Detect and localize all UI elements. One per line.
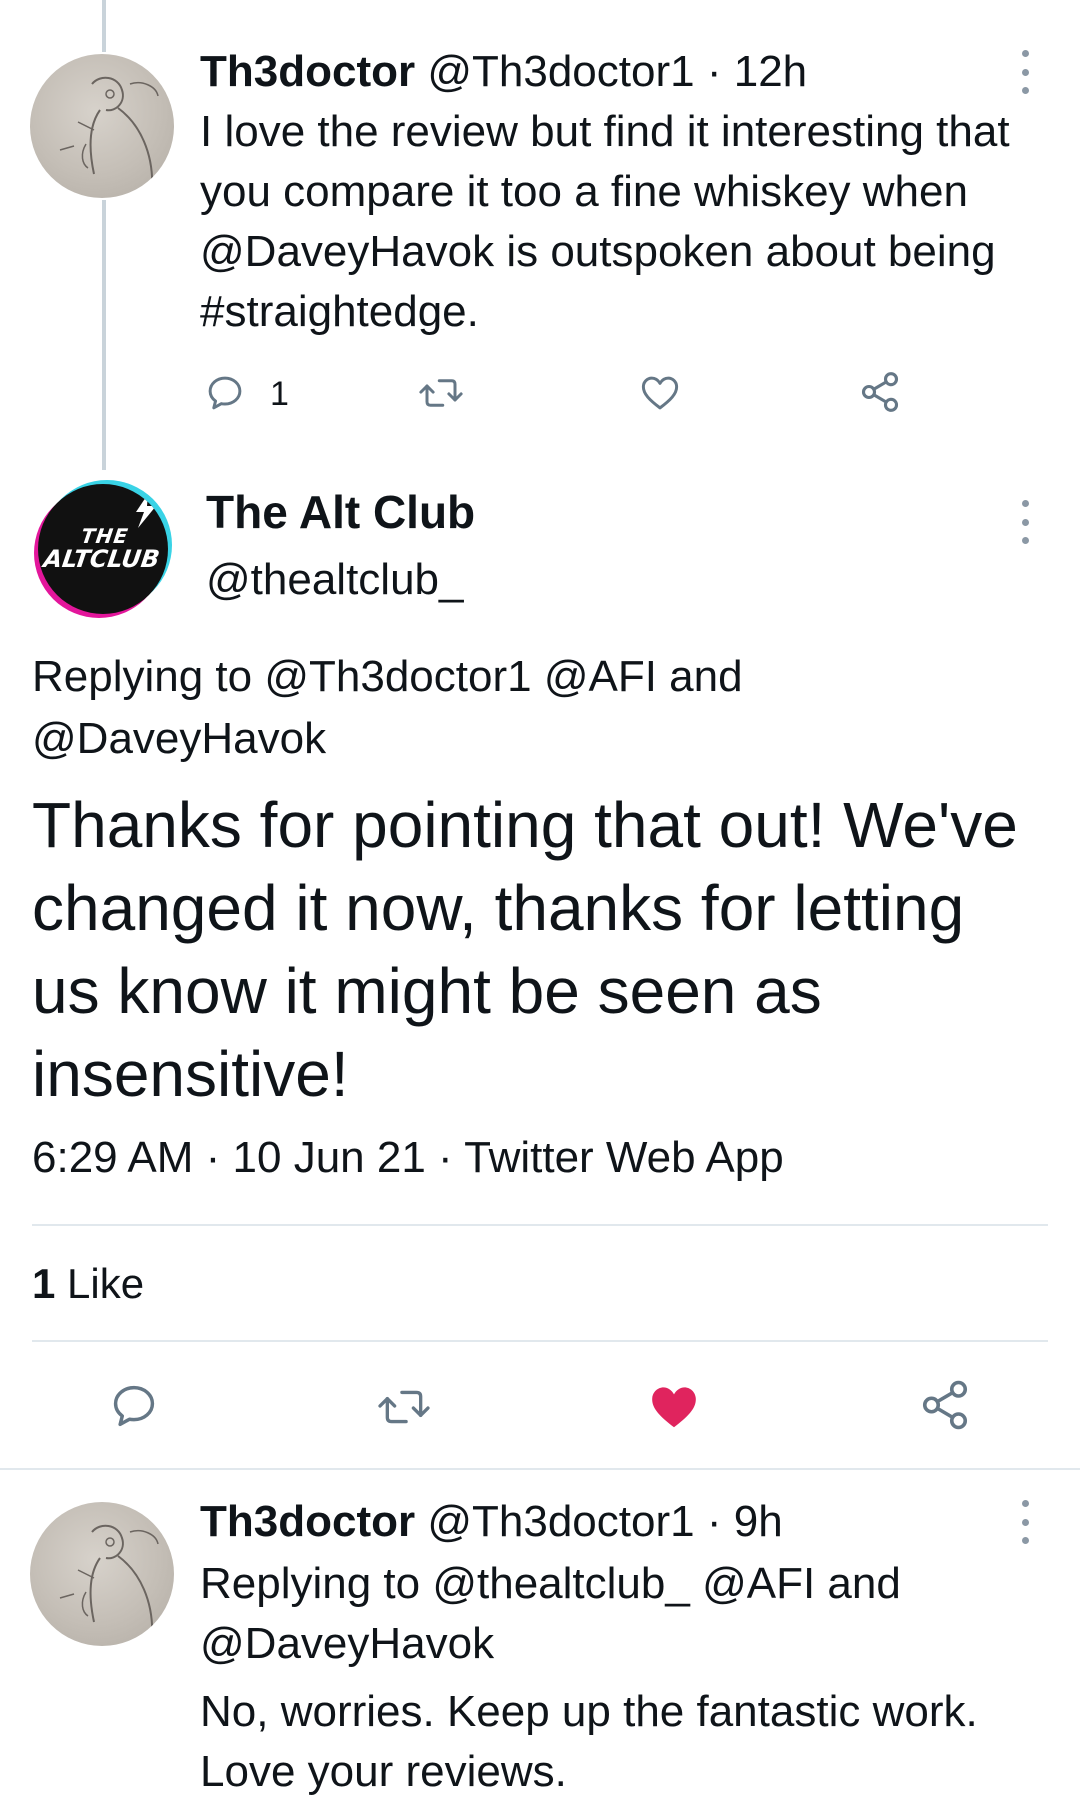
reply-count: 1: [270, 375, 289, 413]
tweet-header: Th3doctor @Th3doctor1 · 12h: [200, 44, 807, 100]
share-icon[interactable]: [858, 370, 902, 414]
separator: ·: [706, 47, 722, 96]
thread-line-top: [102, 0, 106, 52]
avatar[interactable]: [30, 1502, 174, 1646]
heart-icon[interactable]: [646, 1380, 702, 1434]
tweet-text: I love the review but find it interestin…: [200, 107, 1010, 336]
more-vertical-icon[interactable]: [1015, 500, 1035, 544]
divider: [32, 1224, 1048, 1226]
handle[interactable]: @thealtclub_: [206, 552, 464, 608]
handle[interactable]: @Th3doctor1: [427, 1497, 694, 1546]
tweet-meta: 6:29 AM · 10 Jun 21 · Twitter Web App: [32, 1133, 784, 1182]
timestamp[interactable]: 9h: [734, 1497, 783, 1546]
handle[interactable]: @Th3doctor1: [427, 47, 694, 96]
likes-count: 1: [32, 1260, 56, 1307]
retweet-icon[interactable]: [418, 372, 464, 414]
likes-stat[interactable]: 1 Like: [32, 1256, 144, 1312]
avatar[interactable]: THE ALTCLUB: [38, 484, 168, 614]
retweet-icon[interactable]: [376, 1382, 432, 1432]
replying-to: Replying to @Th3doctor1 @AFI and @DaveyH…: [32, 652, 743, 763]
divider: [32, 1340, 1048, 1342]
divider: [0, 1468, 1080, 1470]
heart-icon[interactable]: [638, 372, 682, 414]
timestamp[interactable]: 12h: [734, 47, 807, 96]
tweet-header: Th3doctor @Th3doctor1 · 9h: [200, 1494, 783, 1550]
display-name[interactable]: Th3doctor: [200, 47, 415, 96]
avatar-sketch-icon: [59, 76, 159, 191]
display-name[interactable]: Th3doctor: [200, 1497, 415, 1546]
thread-line-bottom: [102, 200, 106, 470]
separator: ·: [706, 1497, 722, 1546]
more-vertical-icon[interactable]: [1015, 1500, 1035, 1544]
tweet-text: No, worries. Keep up the fantastic work.…: [200, 1687, 978, 1796]
display-name[interactable]: The Alt Club: [206, 484, 475, 540]
reply-icon[interactable]: [204, 372, 246, 414]
avatar-sketch-icon: [59, 1524, 159, 1639]
tweet-text: Thanks for pointing that out! We've chan…: [32, 789, 1018, 1110]
likes-label: Like: [67, 1260, 145, 1307]
more-vertical-icon[interactable]: [1015, 50, 1035, 94]
lightning-icon: [136, 494, 156, 528]
replying-to: Replying to @thealtclub_ @AFI and @Davey…: [200, 1559, 901, 1668]
avatar[interactable]: [30, 54, 174, 198]
share-icon[interactable]: [918, 1378, 972, 1432]
reply-icon[interactable]: [108, 1380, 160, 1432]
